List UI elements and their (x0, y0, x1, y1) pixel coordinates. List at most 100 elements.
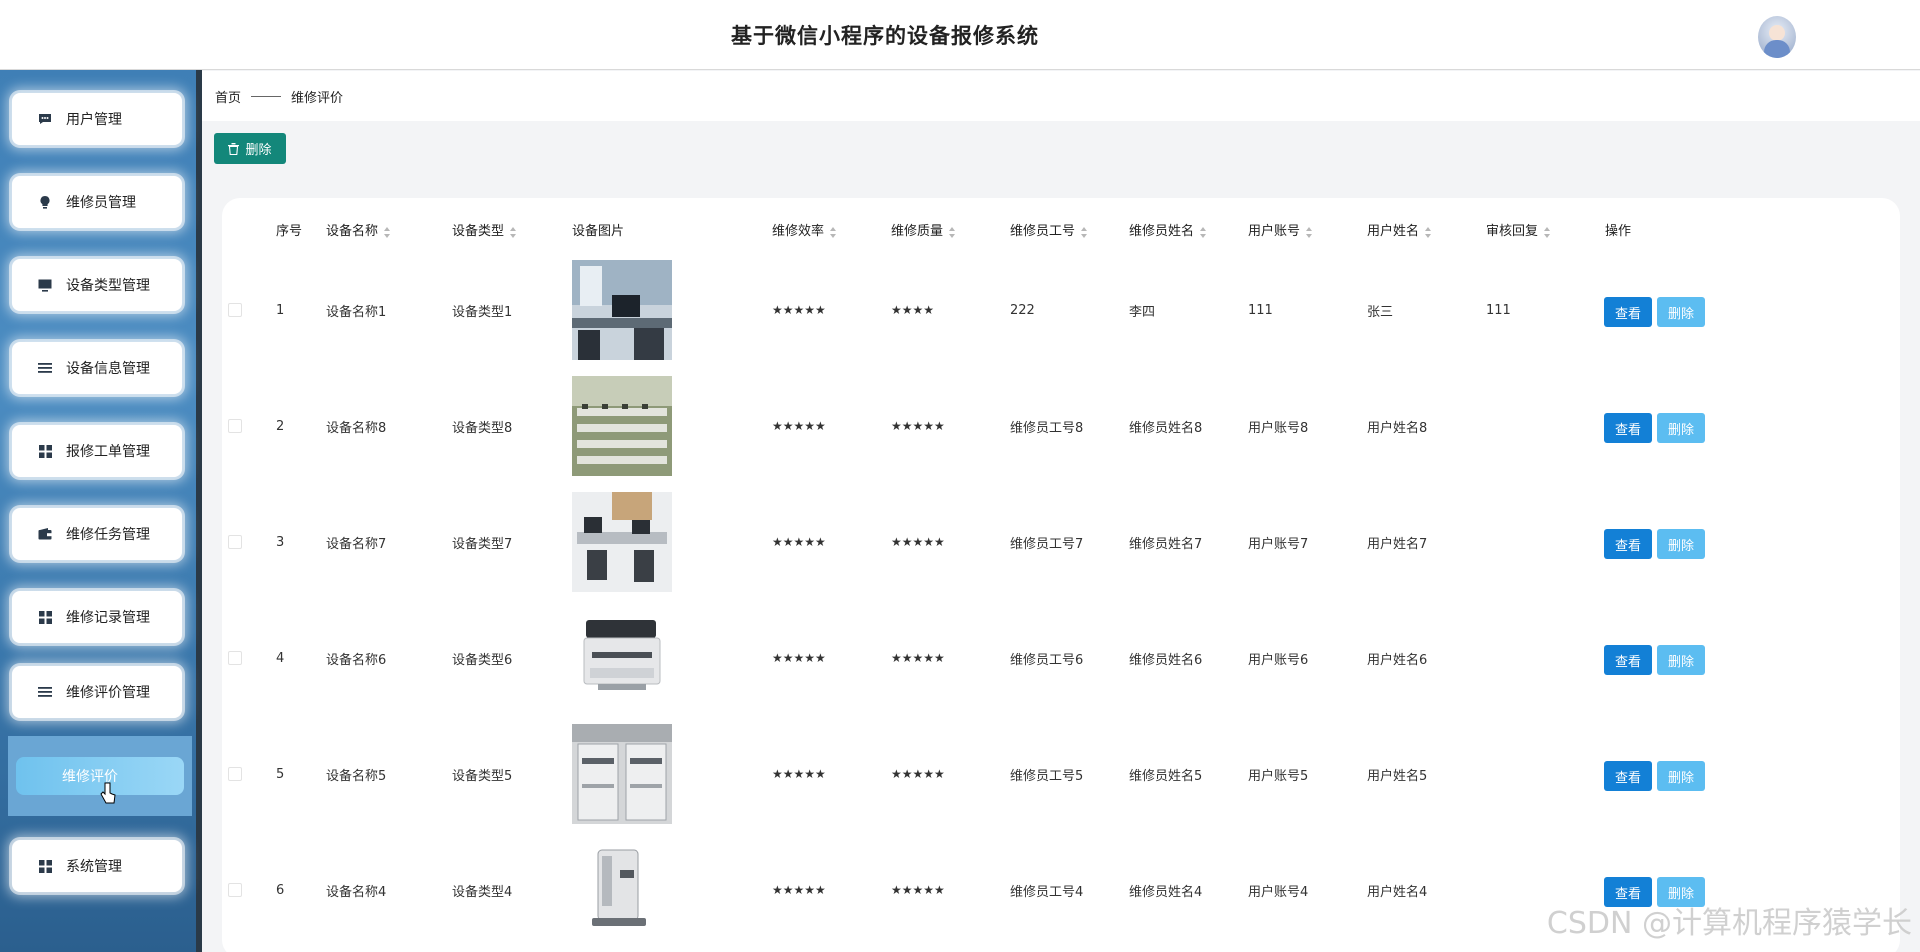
table-row: 2 设备名称8 设备类型8 ★★★★★ ★★★★★ 维修员工号8 维修员姓名8 … (222, 368, 1900, 484)
sidebar-item-label: 用户管理 (66, 112, 122, 128)
batch-delete-button[interactable]: 删除 (214, 133, 286, 164)
row-checkbox[interactable] (228, 419, 242, 433)
view-button[interactable]: 查看 (1604, 297, 1652, 327)
sidebar-item-system-management[interactable]: 系统管理 (12, 840, 182, 892)
cell-device-type: 设备类型6 (452, 652, 513, 668)
cell-account: 111 (1248, 302, 1273, 318)
cell-worker-name: 维修员姓名6 (1129, 652, 1203, 668)
cell-no: 2 (276, 418, 285, 434)
sidebar-item-repair-evaluation-management[interactable]: 维修评价管理 (12, 666, 182, 718)
col-header-device-type[interactable]: 设备类型 (452, 222, 517, 242)
cell-user-name: 张三 (1367, 304, 1394, 320)
bulb-icon (38, 195, 52, 209)
sidebar-item-repair-record-management[interactable]: 维修记录管理 (12, 591, 182, 643)
cell-device-name: 设备名称5 (326, 768, 387, 784)
col-header-user-name[interactable]: 用户姓名 (1367, 222, 1432, 242)
sidebar-item-label: 维修评价管理 (66, 685, 150, 701)
cell-efficiency: ★★★★★ (772, 419, 826, 433)
cell-worker-no: 维修员工号7 (1010, 536, 1084, 552)
col-header-quality[interactable]: 维修质量 (891, 222, 956, 242)
sidebar-item-repair-order-management[interactable]: 报修工单管理 (12, 425, 182, 477)
device-image-printer (572, 608, 672, 708)
delete-button[interactable]: 删除 (1657, 413, 1705, 443)
batch-delete-label: 删除 (245, 143, 272, 158)
cell-efficiency: ★★★★★ (772, 651, 826, 665)
col-header-reply[interactable]: 审核回复 (1486, 222, 1551, 242)
cell-worker-name: 李四 (1129, 304, 1156, 320)
col-header-actions: 操作 (1605, 224, 1632, 239)
trash-icon (228, 142, 240, 155)
cell-quality: ★★★★★ (891, 419, 945, 433)
cell-account: 用户账号4 (1248, 884, 1309, 900)
col-header-efficiency[interactable]: 维修效率 (772, 222, 837, 242)
col-header-worker-name[interactable]: 维修员姓名 (1129, 222, 1207, 242)
device-image-office (572, 260, 672, 360)
device-image-lab (572, 376, 672, 476)
sort-icon[interactable] (1425, 226, 1432, 238)
sort-icon[interactable] (1306, 226, 1313, 238)
cell-quality: ★★★★★ (891, 767, 945, 781)
view-button[interactable]: 查看 (1604, 761, 1652, 791)
sidebar-item-device-info-management[interactable]: 设备信息管理 (12, 342, 182, 394)
col-header-no: 序号 (276, 224, 303, 239)
delete-button[interactable]: 删除 (1657, 297, 1705, 327)
cell-no: 4 (276, 650, 285, 666)
page-title: 基于微信小程序的设备报修系统 (731, 24, 1039, 48)
delete-button[interactable]: 删除 (1657, 645, 1705, 675)
row-checkbox[interactable] (228, 535, 242, 549)
cell-device-type: 设备类型1 (452, 304, 513, 320)
watermark-text: CSDN @计算机程序猿学长 (1546, 906, 1912, 941)
cell-efficiency: ★★★★★ (772, 303, 826, 317)
cell-quality: ★★★★★ (891, 883, 945, 897)
cell-worker-no: 222 (1010, 302, 1035, 318)
row-checkbox[interactable] (228, 651, 242, 665)
cell-reply: 111 (1486, 302, 1511, 318)
sidebar-item-device-type-management[interactable]: 设备类型管理 (12, 259, 182, 311)
sidebar-item-label: 维修任务管理 (66, 527, 150, 543)
col-header-device-image: 设备图片 (572, 224, 625, 239)
row-checkbox[interactable] (228, 767, 242, 781)
col-header-account[interactable]: 用户账号 (1248, 222, 1313, 242)
sidebar-item-repairer-management[interactable]: 维修员管理 (12, 176, 182, 228)
view-button[interactable]: 查看 (1604, 413, 1652, 443)
cell-device-type: 设备类型4 (452, 884, 513, 900)
sort-icon[interactable] (1200, 226, 1207, 238)
col-header-worker-no[interactable]: 维修员工号 (1010, 222, 1088, 242)
delete-button[interactable]: 删除 (1657, 761, 1705, 791)
cell-no: 3 (276, 534, 285, 550)
cell-quality: ★★★★★ (891, 535, 945, 549)
cell-user-name: 用户姓名7 (1367, 536, 1428, 552)
sidebar-item-repair-task-management[interactable]: 维修任务管理 (12, 508, 182, 560)
col-header-device-name[interactable]: 设备名称 (326, 222, 391, 242)
grid-icon (38, 859, 52, 873)
view-button[interactable]: 查看 (1604, 645, 1652, 675)
avatar[interactable] (1758, 16, 1796, 58)
view-button[interactable]: 查看 (1604, 529, 1652, 559)
chat-icon (38, 112, 52, 126)
breadcrumb-current: 维修评价 (291, 90, 344, 106)
top-header: 基于微信小程序的设备报修系统 (0, 0, 1920, 70)
sidebar-item-user-management[interactable]: 用户管理 (12, 93, 182, 145)
sidebar-item-label: 维修员管理 (66, 195, 136, 211)
breadcrumb-separator (251, 95, 282, 97)
sort-icon[interactable] (949, 226, 956, 238)
sort-icon[interactable] (830, 226, 837, 238)
sort-icon[interactable] (384, 226, 391, 238)
cell-device-name: 设备名称4 (326, 884, 387, 900)
breadcrumb-home[interactable]: 首页 (215, 87, 241, 106)
cell-worker-no: 维修员工号6 (1010, 652, 1084, 668)
cell-quality: ★★★★★ (891, 651, 945, 665)
sort-icon[interactable] (1544, 226, 1551, 238)
sort-icon[interactable] (1081, 226, 1088, 238)
cell-user-name: 用户姓名6 (1367, 652, 1428, 668)
table-row: 1 设备名称1 设备类型1 ★★★★★ ★★★★ 222 李四 111 张三 1… (222, 252, 1900, 368)
row-checkbox[interactable] (228, 883, 242, 897)
sidebar-item-label: 维修记录管理 (66, 610, 150, 626)
sort-icon[interactable] (510, 226, 517, 238)
delete-button[interactable]: 删除 (1657, 529, 1705, 559)
cell-efficiency: ★★★★★ (772, 767, 826, 781)
cell-device-name: 设备名称1 (326, 304, 387, 320)
cell-device-type: 设备类型8 (452, 420, 513, 436)
device-image-workstation (572, 492, 672, 592)
row-checkbox[interactable] (228, 303, 242, 317)
